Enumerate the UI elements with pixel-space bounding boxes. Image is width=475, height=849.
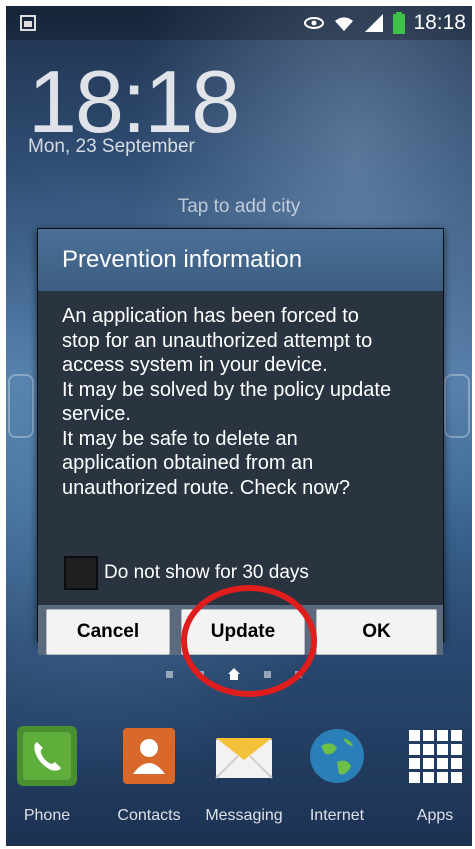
apps-grid-icon: [409, 730, 462, 783]
ok-button[interactable]: OK: [316, 609, 437, 655]
dock-label: Internet: [309, 807, 365, 824]
phone-screen: 18:18 18:18 Mon, 23 September Tap to add…: [6, 6, 472, 846]
dock-item-apps[interactable]: Apps: [387, 726, 472, 825]
phone-icon: [17, 726, 77, 786]
lockscreen-date: Mon, 23 September: [28, 136, 195, 157]
widget-edge-right: [444, 374, 470, 438]
dock-item-internet[interactable]: Internet: [289, 726, 385, 825]
dialog-message: An application has been forced to stop f…: [38, 292, 443, 500]
red-highlight-circle: [181, 585, 317, 697]
dialog-message-line: It may be safe to delete an: [62, 427, 298, 450]
app-dock: Phone Contacts Messaging Internet Apps: [6, 726, 472, 846]
lockscreen-clock: 18:18: [28, 52, 240, 151]
dialog-message-line: application obtained from an: [62, 452, 314, 474]
dialog-title: Prevention information: [38, 229, 443, 292]
status-bar: 18:18: [6, 6, 472, 40]
page-dot: [166, 670, 173, 678]
signal-icon: [365, 14, 384, 32]
dock-item-messaging[interactable]: Messaging: [196, 726, 292, 825]
weather-add-city[interactable]: Tap to add city: [6, 196, 472, 218]
do-not-show-checkbox[interactable]: [64, 556, 98, 590]
notification-icon: [20, 15, 36, 31]
battery-icon: [393, 12, 406, 34]
wifi-icon: [335, 17, 354, 31]
dock-label: Contacts: [117, 807, 181, 824]
status-time: 18:18: [413, 11, 466, 34]
prevention-dialog: Prevention information An application ha…: [37, 228, 444, 655]
dock-label: Messaging: [205, 807, 283, 824]
dialog-message-line: An application has been forced to: [62, 305, 359, 327]
cancel-button[interactable]: Cancel: [46, 609, 170, 655]
messaging-icon: [215, 738, 273, 779]
dialog-message-line: It may be solved by the policy update: [62, 378, 392, 401]
dialog-message-line: access system in your device.: [62, 354, 328, 376]
dock-label: Apps: [416, 807, 454, 824]
smart-stay-eye-icon: [304, 17, 325, 29]
globe-icon: [310, 729, 364, 783]
dock-label: Phone: [23, 807, 71, 824]
status-icons: 18:18: [303, 10, 466, 36]
dialog-message-line: unauthorized route. Check now?: [62, 476, 350, 499]
dialog-message-line: stop for an unauthorized attempt to: [62, 329, 373, 352]
dialog-message-line: service.: [62, 403, 131, 425]
widget-edge-left: [8, 374, 34, 438]
do-not-show-option[interactable]: Do not show for 30 days: [64, 556, 309, 590]
dock-item-phone[interactable]: Phone: [6, 726, 95, 825]
dock-item-contacts[interactable]: Contacts: [101, 726, 197, 825]
do-not-show-label: Do not show for 30 days: [104, 562, 309, 583]
contacts-icon: [123, 728, 175, 784]
